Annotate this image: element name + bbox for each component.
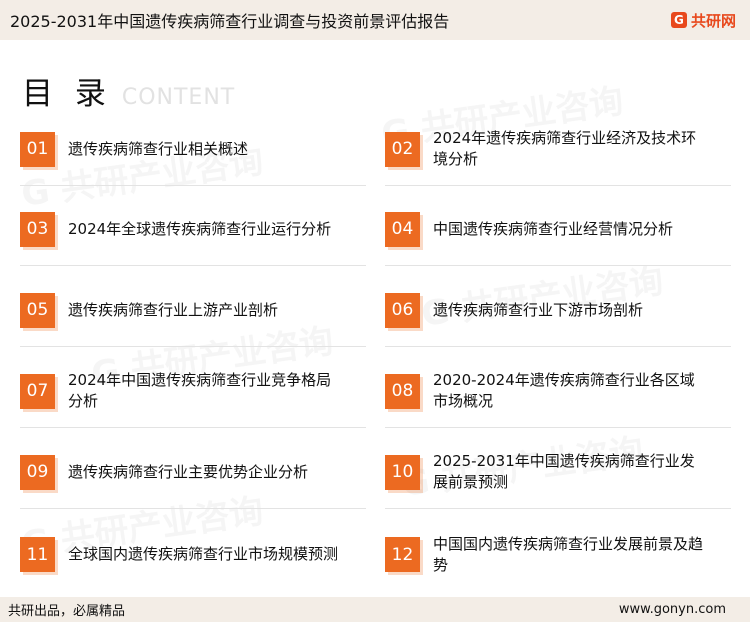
toc-item-number: 11 <box>20 537 55 572</box>
toc-item-number: 03 <box>20 211 55 247</box>
toc-item[interactable]: 02 2024年遗传疾病筛查行业经济及技术环境分析 <box>385 113 731 186</box>
toc-item-number: 09 <box>20 454 55 490</box>
toc-item[interactable]: 08 2020-2024年遗传疾病筛查行业各区域市场概况 <box>385 355 731 428</box>
toc-item-number: 10 <box>385 454 420 490</box>
toc-item[interactable]: 07 2024年中国遗传疾病筛查行业竞争格局分析 <box>20 355 366 428</box>
toc-item-label: 2024年全球遗传疾病筛查行业运行分析 <box>68 219 332 238</box>
brand-name: 共研网 <box>690 11 736 30</box>
toc-item[interactable]: 11 全球国内遗传疾病筛查行业市场规模预测 <box>20 518 366 591</box>
header-bar: 2025-2031年中国遗传疾病筛查行业调查与投资前景评估报告 G 共研网 <box>0 0 750 40</box>
toc-item[interactable]: 03 2024年全球遗传疾病筛查行业运行分析 <box>20 193 366 266</box>
toc-item-label: 遗传疾病筛查行业相关概述 <box>68 139 249 158</box>
toc-item-number: 02 <box>385 131 420 167</box>
toc-item-label: 遗传疾病筛查行业主要优势企业分析 <box>68 462 309 481</box>
footer-slogan: 共研出品，必属精品 <box>8 604 126 619</box>
toc-item-label: 中国遗传疾病筛查行业经营情况分析 <box>433 219 674 238</box>
toc-item-label: 2025-2031年中国遗传疾病筛查行业发展前景预测 <box>433 452 695 491</box>
toc-item-label: 中国国内遗传疾病筛查行业发展前景及趋势 <box>433 534 704 574</box>
toc-item[interactable]: 06 遗传疾病筛查行业下游市场剖析 <box>385 274 731 347</box>
toc-item[interactable]: 09 遗传疾病筛查行业主要优势企业分析 <box>20 436 366 509</box>
toc-item-number: 12 <box>385 537 420 572</box>
footer-bar: 共研出品，必属精品 www.gonyn.com <box>0 597 750 622</box>
brand-logo: G 共研网 <box>670 10 736 31</box>
toc-heading-title: 目 录 <box>22 76 112 112</box>
toc-item-label: 遗传疾病筛查行业上游产业剖析 <box>68 300 279 319</box>
document-title: 2025-2031年中国遗传疾病筛查行业调查与投资前景评估报告 <box>10 12 450 31</box>
toc-item[interactable]: 10 2025-2031年中国遗传疾病筛查行业发展前景预测 <box>385 436 731 509</box>
toc-heading-sub: CONTENT <box>121 85 236 110</box>
toc-item[interactable]: 05 遗传疾病筛查行业上游产业剖析 <box>20 274 366 347</box>
toc-item-label: 遗传疾病筛查行业下游市场剖析 <box>433 300 644 319</box>
brand-icon: G <box>670 12 687 28</box>
toc-item-label: 全球国内遗传疾病筛查行业市场规模预测 <box>68 545 339 563</box>
toc-item-number: 04 <box>385 211 420 247</box>
toc-item-number: 05 <box>20 292 55 328</box>
toc-item-label: 2024年遗传疾病筛查行业经济及技术环境分析 <box>433 129 697 168</box>
toc-item-number: 01 <box>20 131 55 167</box>
toc-item[interactable]: 12 中国国内遗传疾病筛查行业发展前景及趋势 <box>385 518 731 591</box>
toc-item-number: 08 <box>385 373 420 409</box>
toc-item-label: 2020-2024年遗传疾病筛查行业各区域市场概况 <box>433 371 695 410</box>
toc-heading: 目 录 CONTENT <box>22 68 235 113</box>
toc-item-number: 07 <box>20 373 55 409</box>
toc-item-label: 2024年中国遗传疾病筛查行业竞争格局分析 <box>68 371 332 410</box>
toc-item[interactable]: 01 遗传疾病筛查行业相关概述 <box>20 113 366 186</box>
toc-item[interactable]: 04 中国遗传疾病筛查行业经营情况分析 <box>385 193 731 266</box>
toc-item-number: 06 <box>385 292 420 328</box>
footer-url[interactable]: www.gonyn.com <box>619 602 726 617</box>
